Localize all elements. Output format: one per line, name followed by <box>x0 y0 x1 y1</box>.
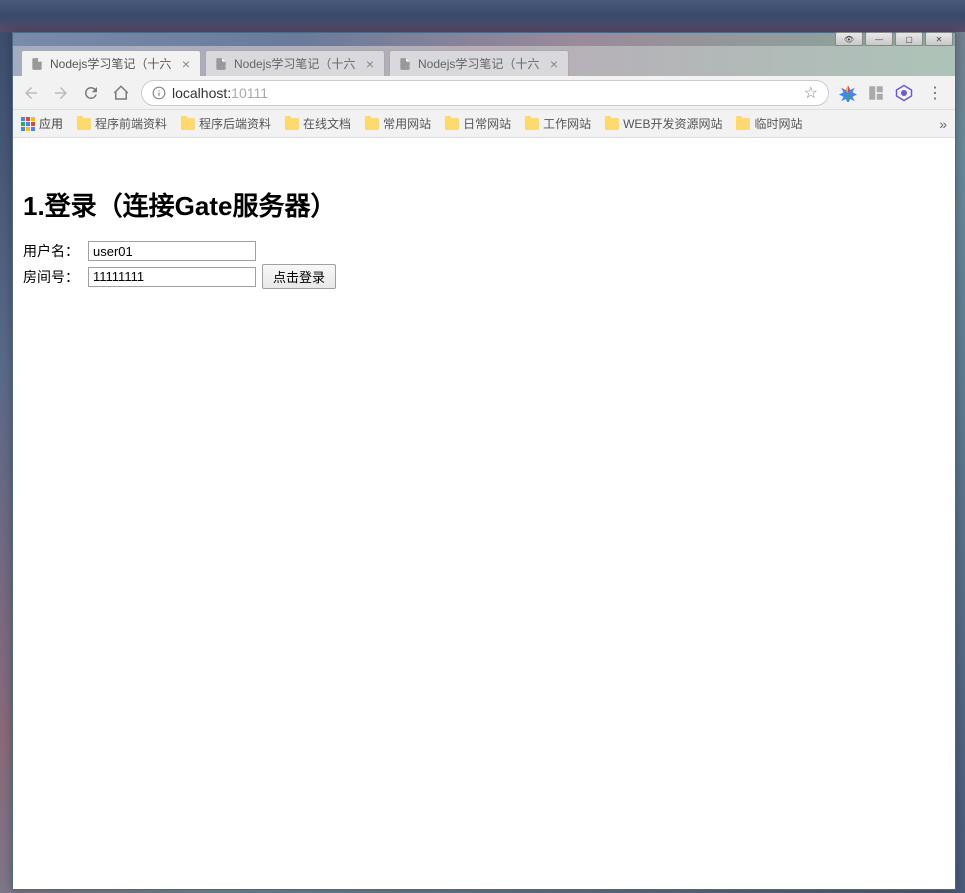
home-icon <box>112 84 130 102</box>
reload-icon <box>82 84 100 102</box>
page-icon <box>398 57 412 71</box>
bookmark-star-icon[interactable]: ☆ <box>804 83 818 103</box>
folder-icon <box>77 118 91 130</box>
extension-icon-3[interactable] <box>895 84 913 102</box>
tab-2[interactable]: Nodejs学习笔记（十六 × <box>205 50 385 76</box>
apps-button[interactable]: 应用 <box>21 115 63 132</box>
tab-1[interactable]: Nodejs学习笔记（十六 × <box>21 50 201 76</box>
arrow-left-icon <box>22 84 40 102</box>
bookmark-folder[interactable]: 程序前端资料 <box>77 115 167 132</box>
browser-window: 👁 — ▢ ✕ Nodejs学习笔记（十六 × Nodejs学习笔记（十六 × … <box>12 32 956 890</box>
bookmark-label: 临时网站 <box>754 115 802 132</box>
folder-icon <box>285 118 299 130</box>
maximize-button[interactable]: ▢ <box>895 32 923 46</box>
apps-label: 应用 <box>39 115 63 132</box>
bookmark-label: WEB开发资源网站 <box>623 115 722 132</box>
bookmark-label: 工作网站 <box>543 115 591 132</box>
tab-title: Nodejs学习笔记（十六 <box>50 55 174 72</box>
page-content: 1.登录（连接Gate服务器） 用户名： 房间号： 点击登录 <box>13 138 955 889</box>
extension-icon-2[interactable] <box>867 84 885 102</box>
bookmarks-bar: 应用 程序前端资料 程序后端资料 在线文档 常用网站 日常网站 工作网站 WEB… <box>13 110 955 138</box>
tab-title: Nodejs学习笔记（十六 <box>418 55 542 72</box>
folder-icon <box>525 118 539 130</box>
bookmark-folder[interactable]: 临时网站 <box>736 115 802 132</box>
tab-title: Nodejs学习笔记（十六 <box>234 55 358 72</box>
folder-icon <box>365 118 379 130</box>
overflow-button[interactable]: » <box>939 116 947 132</box>
menu-button[interactable]: ⋮ <box>923 83 947 103</box>
arrow-right-icon <box>52 84 70 102</box>
tab-strip: Nodejs学习笔记（十六 × Nodejs学习笔记（十六 × Nodejs学习… <box>13 46 955 76</box>
bookmark-folder[interactable]: 工作网站 <box>525 115 591 132</box>
close-icon[interactable]: × <box>364 58 376 70</box>
close-icon[interactable]: × <box>180 58 192 70</box>
bookmark-label: 日常网站 <box>463 115 511 132</box>
reload-button[interactable] <box>81 83 101 103</box>
extension-icon-1[interactable] <box>839 84 857 102</box>
info-icon[interactable] <box>152 86 166 100</box>
page-icon <box>214 57 228 71</box>
address-bar[interactable]: localhost:10111 ☆ <box>141 80 829 106</box>
page-icon <box>30 57 44 71</box>
folder-icon <box>605 118 619 130</box>
tab-3[interactable]: Nodejs学习笔记（十六 × <box>389 50 569 76</box>
bookmark-folder[interactable]: WEB开发资源网站 <box>605 115 722 132</box>
bookmark-label: 程序后端资料 <box>199 115 271 132</box>
close-icon[interactable]: × <box>548 58 560 70</box>
desktop-background <box>0 0 965 32</box>
room-row: 房间号： 点击登录 <box>23 264 945 289</box>
browser-toolbar: localhost:10111 ☆ ⋮ <box>13 76 955 110</box>
bookmark-folder[interactable]: 日常网站 <box>445 115 511 132</box>
bookmark-folder[interactable]: 程序后端资料 <box>181 115 271 132</box>
close-window-button[interactable]: ✕ <box>925 32 953 46</box>
room-label: 房间号： <box>23 267 88 287</box>
room-input[interactable] <box>88 267 256 287</box>
bookmark-label: 常用网站 <box>383 115 431 132</box>
apps-icon <box>21 117 35 131</box>
page-heading: 1.登录（连接Gate服务器） <box>23 186 945 223</box>
window-title-bar: 👁 — ▢ ✕ <box>13 33 955 46</box>
back-button[interactable] <box>21 83 41 103</box>
look-button[interactable]: 👁 <box>835 32 863 46</box>
username-input[interactable] <box>88 241 256 261</box>
window-controls: 👁 — ▢ ✕ <box>835 32 953 46</box>
folder-icon <box>445 118 459 130</box>
forward-button[interactable] <box>51 83 71 103</box>
folder-icon <box>736 118 750 130</box>
bookmark-folder[interactable]: 常用网站 <box>365 115 431 132</box>
username-label: 用户名： <box>23 241 88 261</box>
username-row: 用户名： <box>23 241 945 261</box>
url-text: localhost:10111 <box>172 85 268 101</box>
bookmark-label: 程序前端资料 <box>95 115 167 132</box>
login-button[interactable]: 点击登录 <box>262 264 336 289</box>
minimize-button[interactable]: — <box>865 32 893 46</box>
home-button[interactable] <box>111 83 131 103</box>
bookmark-label: 在线文档 <box>303 115 351 132</box>
bookmark-folder[interactable]: 在线文档 <box>285 115 351 132</box>
folder-icon <box>181 118 195 130</box>
